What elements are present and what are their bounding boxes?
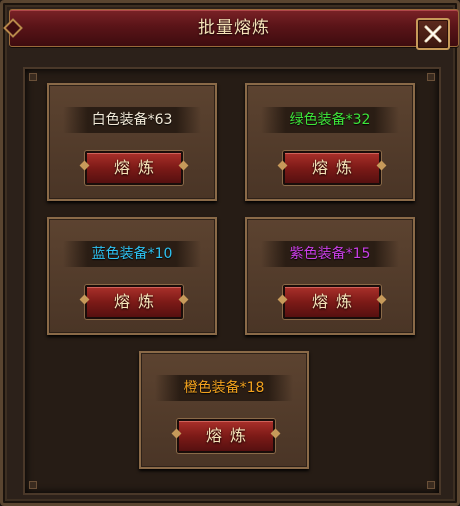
smelt-white-button[interactable]: 熔炼 bbox=[85, 151, 183, 185]
close-button[interactable] bbox=[416, 18, 450, 50]
content-panel: 白色装备*63 熔炼 绿色装备*32 熔炼 蓝色装备*10 熔炼 紫色装备*15… bbox=[23, 67, 441, 495]
smelt-purple-button[interactable]: 熔炼 bbox=[283, 285, 381, 319]
batch-smelt-dialog: 批量熔炼 白色装备*63 熔炼 绿色装备*32 熔炼 蓝色装备*10 熔炼 紫色… bbox=[0, 0, 460, 506]
smelt-blue-button[interactable]: 熔炼 bbox=[85, 285, 183, 319]
green-equipment-count: 绿色装备*32 bbox=[261, 107, 399, 133]
title-bar: 批量熔炼 bbox=[3, 9, 459, 50]
close-x-icon bbox=[424, 25, 442, 43]
panel-corner bbox=[29, 481, 37, 489]
card-blue-equipment: 蓝色装备*10 熔炼 bbox=[47, 217, 217, 335]
orange-equipment-count: 橙色装备*18 bbox=[155, 375, 293, 401]
blue-equipment-count: 蓝色装备*10 bbox=[63, 241, 201, 267]
card-green-equipment: 绿色装备*32 熔炼 bbox=[245, 83, 415, 201]
purple-equipment-count: 紫色装备*15 bbox=[261, 241, 399, 267]
smelt-orange-button[interactable]: 熔炼 bbox=[177, 419, 275, 453]
panel-corner bbox=[29, 73, 37, 81]
card-white-equipment: 白色装备*63 熔炼 bbox=[47, 83, 217, 201]
smelt-green-button[interactable]: 熔炼 bbox=[283, 151, 381, 185]
white-equipment-count: 白色装备*63 bbox=[63, 107, 201, 133]
card-orange-equipment: 橙色装备*18 熔炼 bbox=[139, 351, 309, 469]
panel-corner bbox=[427, 73, 435, 81]
panel-corner bbox=[427, 481, 435, 489]
card-purple-equipment: 紫色装备*15 熔炼 bbox=[245, 217, 415, 335]
dialog-title: 批量熔炼 bbox=[198, 18, 270, 38]
